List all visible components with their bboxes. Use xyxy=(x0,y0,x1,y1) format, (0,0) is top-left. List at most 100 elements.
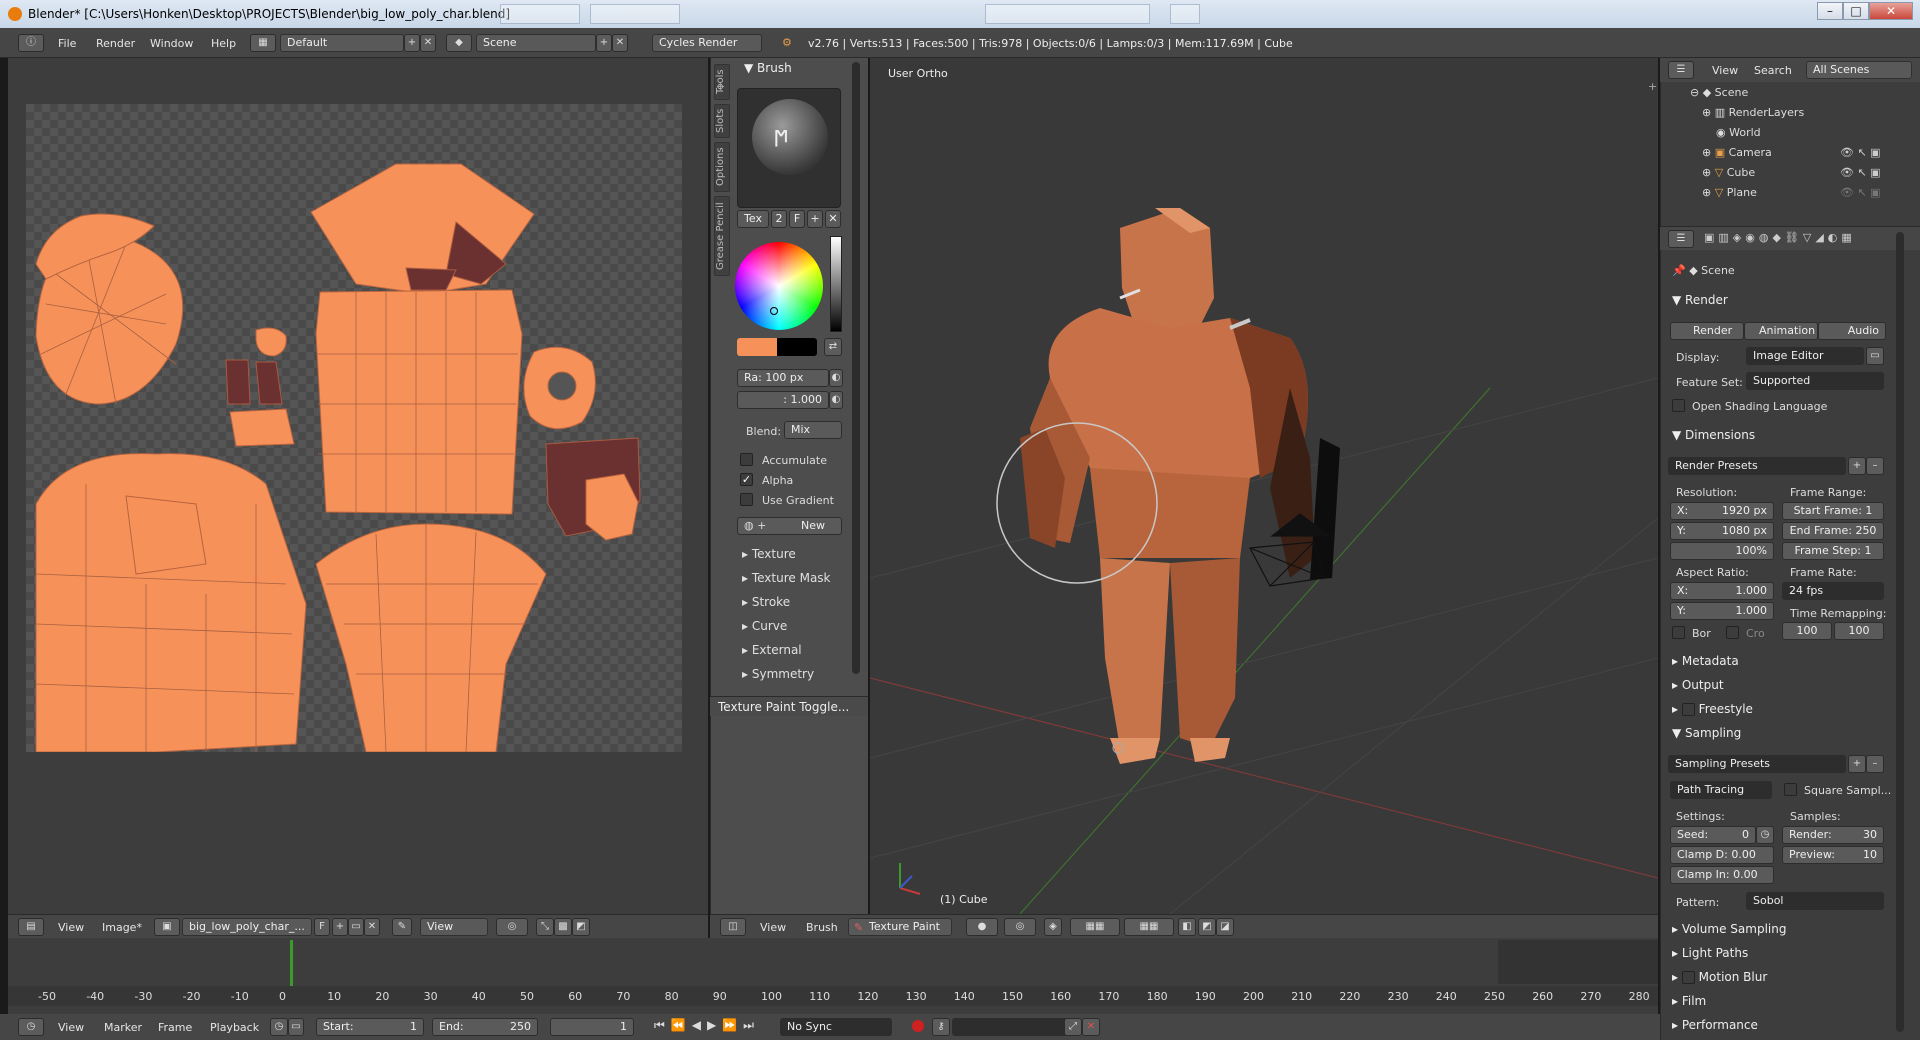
clock-icon[interactable]: ◷ xyxy=(270,1018,288,1036)
seed-field[interactable]: Seed: 0 xyxy=(1670,826,1756,844)
square-samples-checkbox[interactable] xyxy=(1784,783,1797,796)
visibility-eye-icon[interactable]: 👁 ↖ ▣ xyxy=(1840,166,1881,179)
section-curve[interactable]: ▸ Curve xyxy=(736,615,846,637)
add-icon[interactable]: + xyxy=(332,918,348,936)
checker-icon[interactable]: ▩ xyxy=(554,918,572,936)
menu-render[interactable]: Render xyxy=(96,37,135,50)
clamp-indirect-field[interactable]: Clamp In: 0.00 xyxy=(1670,866,1774,884)
delete-keyframe-icon[interactable]: ✕ xyxy=(1082,1018,1100,1036)
animation-button[interactable]: Animation xyxy=(1744,322,1818,340)
add-region-icon[interactable]: + xyxy=(716,80,725,93)
film-panel-header[interactable]: ▸ Film xyxy=(1672,994,1706,1008)
frame-rate-select[interactable]: 24 fps xyxy=(1782,582,1884,600)
insert-keyframe-icon[interactable]: ⤢ xyxy=(1064,1018,1082,1036)
menu-view[interactable]: View xyxy=(58,921,84,934)
display-mode-select[interactable]: All Scenes xyxy=(1806,61,1912,79)
resolution-y-field[interactable]: Y: 1080 px xyxy=(1670,522,1774,540)
integrator-select[interactable]: Path Tracing xyxy=(1670,781,1772,799)
display-select[interactable]: Image Editor xyxy=(1746,347,1864,365)
render-anim-icon[interactable]: ◪ xyxy=(1216,918,1234,936)
brush-preview[interactable]: ϻ xyxy=(737,88,841,208)
start-frame-marker[interactable] xyxy=(290,940,293,990)
add-icon[interactable]: + xyxy=(404,34,420,52)
performance-panel-header[interactable]: ▸ Performance xyxy=(1672,1018,1758,1032)
radius-field[interactable]: Ra: 100 px xyxy=(737,369,829,387)
shading-icon[interactable]: ● xyxy=(966,918,998,936)
layers-grid-icon[interactable]: ▦▦ xyxy=(1124,918,1174,936)
section-external[interactable]: ▸ External xyxy=(736,639,846,661)
playback-controls[interactable]: ⏮⏪◀▶⏩⏭ xyxy=(654,1018,760,1033)
aspect-y-field[interactable]: Y: 1.000 xyxy=(1670,602,1774,620)
menu-view[interactable]: View xyxy=(1712,64,1738,77)
editor-type-icon[interactable]: ⓘ xyxy=(18,34,44,52)
resolution-x-field[interactable]: X: 1920 px xyxy=(1670,502,1774,520)
secondary-color-swatch[interactable] xyxy=(777,338,817,356)
pin-icon[interactable]: ✎ xyxy=(392,918,412,936)
start-frame-field[interactable]: Start Frame: 1 xyxy=(1782,502,1884,520)
section-symmetry[interactable]: ▸ Symmetry xyxy=(736,663,846,685)
tab-slots[interactable]: Slots xyxy=(714,104,730,138)
add-region-icon[interactable]: + xyxy=(1648,80,1657,93)
outliner-item-renderlayers[interactable]: ⊕ ▥ RenderLayers xyxy=(1702,106,1804,119)
editor-type-icon[interactable]: ▤ xyxy=(18,918,44,936)
remove-icon[interactable]: – xyxy=(1866,457,1884,475)
menu-frame[interactable]: Frame xyxy=(158,1021,192,1034)
pressure-icon[interactable]: ◐ xyxy=(829,369,843,387)
section-texture[interactable]: ▸ Texture xyxy=(736,543,846,565)
use-gradient-checkbox[interactable] xyxy=(740,493,753,506)
feature-set-select[interactable]: Supported xyxy=(1746,372,1884,390)
value-slider[interactable] xyxy=(830,236,842,332)
sampling-panel-header[interactable]: ▼ Sampling xyxy=(1672,726,1741,740)
texture-paint-toggle-panel[interactable]: Texture Paint Toggle... xyxy=(710,696,868,716)
keying-set-field[interactable] xyxy=(952,1018,1072,1036)
visibility-eye-icon[interactable]: 👁 ↖ ▣ xyxy=(1840,146,1881,159)
render-samples-field[interactable]: Render: 30 xyxy=(1782,826,1884,844)
blend-select[interactable]: Mix xyxy=(784,421,842,439)
timeline-ruler[interactable] xyxy=(8,986,1658,1006)
remove-icon[interactable]: ✕ xyxy=(420,34,436,52)
light-paths-panel-header[interactable]: ▸ Light Paths xyxy=(1672,946,1748,960)
paint-icon[interactable]: ◩ xyxy=(572,918,590,936)
uv-sync-icon[interactable]: ⤡ xyxy=(536,918,554,936)
fake-user-button[interactable]: F xyxy=(314,918,330,936)
lock-layer-icon[interactable]: ◧ xyxy=(1178,918,1196,936)
resolution-percentage-field[interactable]: 100% xyxy=(1670,542,1774,560)
outliner-item-scene[interactable]: ⊖ ◆ Scene xyxy=(1690,86,1748,99)
section-stroke[interactable]: ▸ Stroke xyxy=(736,591,846,613)
sampling-presets-select[interactable]: Sampling Presets xyxy=(1668,755,1846,773)
remap-new-field[interactable]: 100 xyxy=(1834,622,1884,640)
layout-grid-icon[interactable]: ▦ xyxy=(250,34,276,52)
scene-icon[interactable]: ◆ xyxy=(446,34,472,52)
outliner-item-camera[interactable]: ⊕ ▣ Camera xyxy=(1702,146,1772,159)
image-browse-icon[interactable]: ▣ xyxy=(154,918,180,936)
screen-layout-field[interactable]: Default xyxy=(280,34,404,52)
properties-context-tabs[interactable]: ▣▥◈◉◍◆⛓▽◢◐▦ xyxy=(1704,231,1856,244)
freestyle-panel-header[interactable]: ▸ Freestyle xyxy=(1672,702,1753,716)
output-panel-header[interactable]: ▸ Output xyxy=(1672,678,1724,692)
motion-blur-panel-header[interactable]: ▸ Motion Blur xyxy=(1672,970,1767,984)
tex-button[interactable]: Tex xyxy=(737,210,769,228)
tab-options[interactable]: Options xyxy=(714,142,730,192)
mode-select[interactable]: Texture Paint xyxy=(848,918,952,936)
properties-scrollbar[interactable] xyxy=(1896,232,1904,1032)
open-folder-icon[interactable]: ▭ xyxy=(348,918,364,936)
section-texture-mask[interactable]: ▸ Texture Mask xyxy=(736,567,846,589)
pressure-icon[interactable]: ◐ xyxy=(829,391,843,409)
accumulate-checkbox[interactable] xyxy=(740,453,753,466)
volume-sampling-panel-header[interactable]: ▸ Volume Sampling xyxy=(1672,922,1786,936)
border-checkbox[interactable] xyxy=(1672,626,1685,639)
menu-view[interactable]: View xyxy=(58,1021,84,1034)
editor-type-icon[interactable]: ☰ xyxy=(1668,230,1694,248)
metadata-panel-header[interactable]: ▸ Metadata xyxy=(1672,654,1739,668)
menu-help[interactable]: Help xyxy=(211,37,236,50)
view-mode-select[interactable]: View xyxy=(420,918,488,936)
crop-checkbox[interactable] xyxy=(1726,626,1739,639)
menu-view[interactable]: View xyxy=(760,921,786,934)
menu-window[interactable]: Window xyxy=(150,37,193,50)
pivot-icon[interactable]: ◎ xyxy=(496,918,528,936)
color-picker-cursor[interactable] xyxy=(770,307,778,315)
render-panel-header[interactable]: ▼ Render xyxy=(1672,293,1728,307)
mask-icon[interactable]: ◈ xyxy=(1044,918,1062,936)
preview-samples-field[interactable]: Preview: 10 xyxy=(1782,846,1884,864)
tools-scrollbar[interactable] xyxy=(852,62,860,674)
